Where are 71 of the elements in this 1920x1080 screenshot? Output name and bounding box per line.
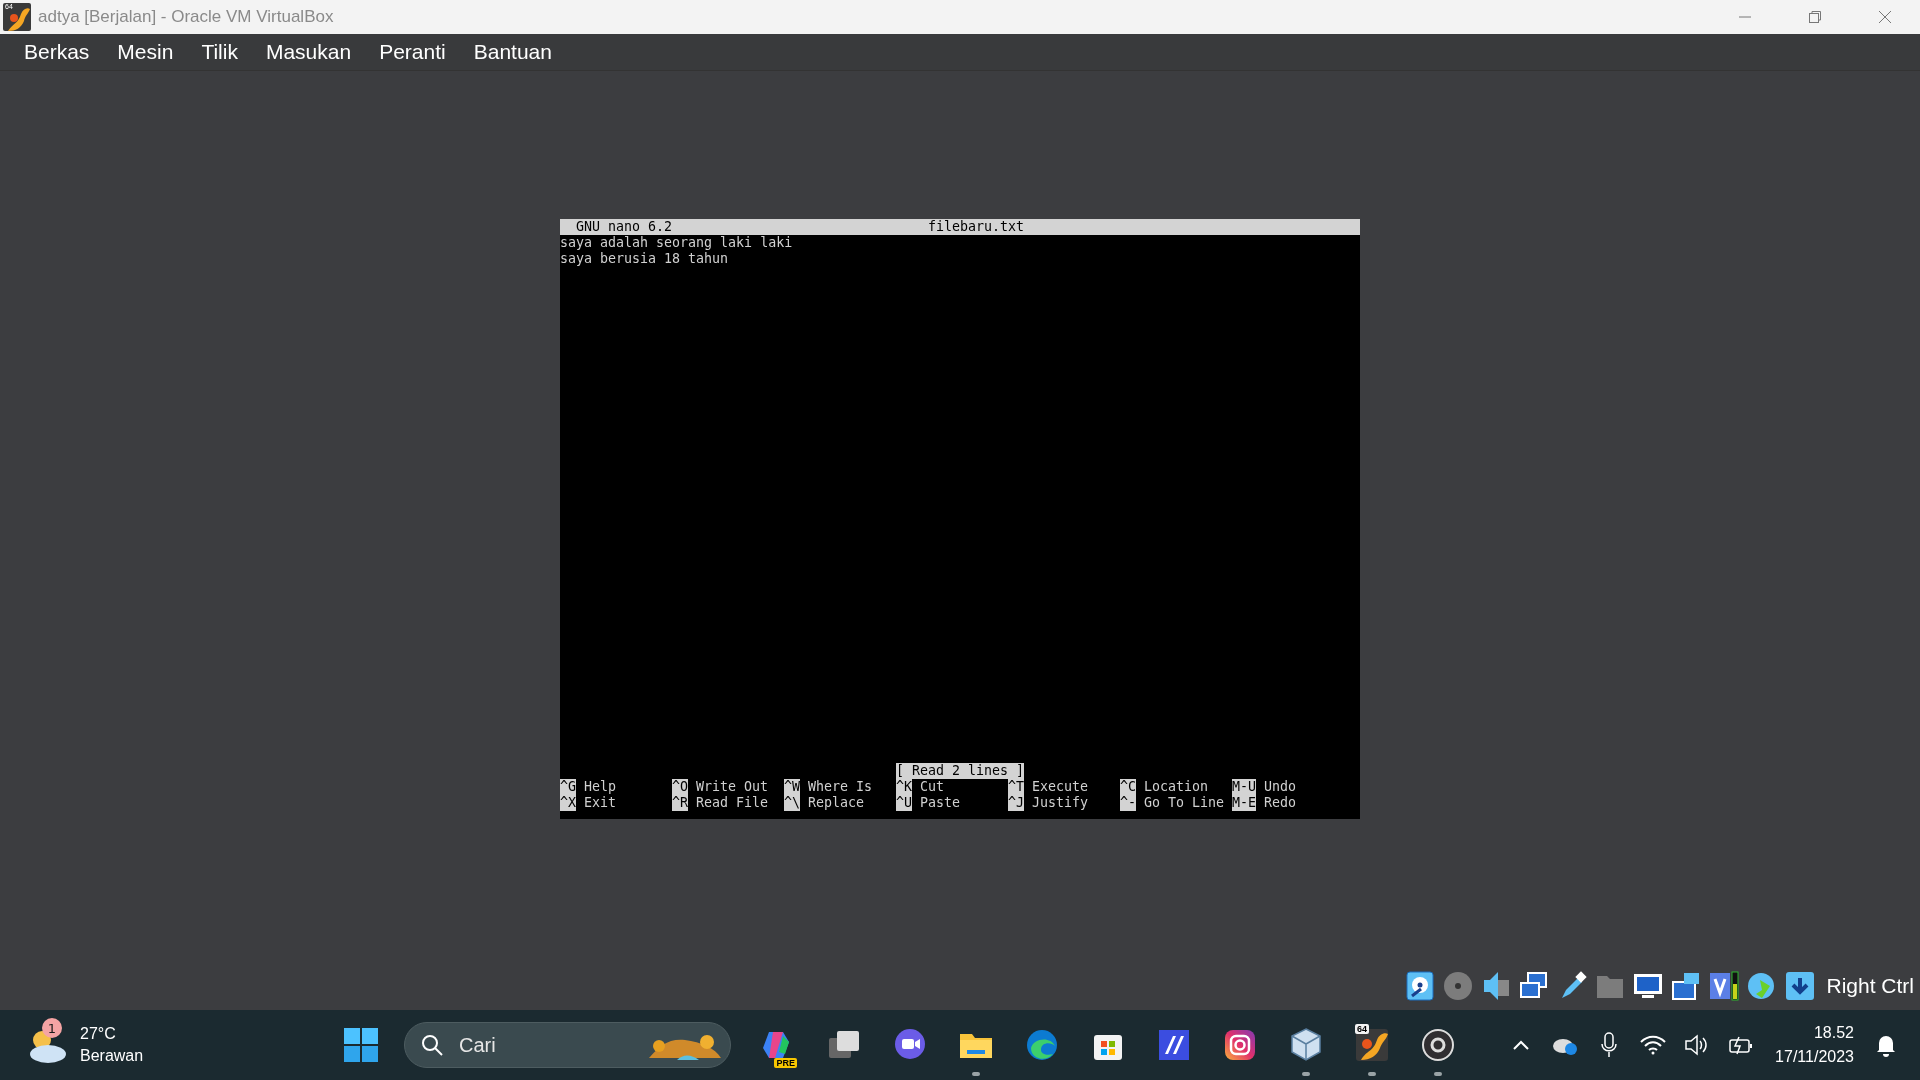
shortcut-label: Exit — [584, 795, 617, 811]
close-icon — [1878, 10, 1892, 24]
shortcut-key: M-E — [1232, 795, 1257, 811]
shortcut-label: Where Is — [808, 779, 873, 795]
microphone-icon — [1601, 1032, 1618, 1058]
shortcut-label: Execute — [1032, 779, 1089, 795]
taskbar-app-button[interactable]: PRE — [745, 1010, 811, 1080]
shortcut-key: ^\ — [784, 795, 800, 811]
shortcut-key: ^W — [784, 779, 800, 795]
bell-icon — [1875, 1033, 1897, 1057]
shortcut-key: ^G — [560, 779, 576, 795]
shortcut-label: Cut — [920, 779, 945, 795]
shortcut-key: M-U — [1232, 779, 1257, 795]
shortcut-label: Read File — [696, 795, 769, 811]
shortcut-key: ^J — [1008, 795, 1024, 811]
chevron-up-icon — [1512, 1039, 1531, 1051]
shortcut-key: ^- — [1120, 795, 1136, 811]
menu-item[interactable]: Peranti — [365, 34, 460, 70]
shortcut-label: Help — [584, 779, 617, 795]
shortcut-key: ^T — [1008, 779, 1024, 795]
clock[interactable]: 18.52 17/11/2023 — [1775, 1021, 1854, 1069]
file-name: filebaru.txt — [928, 219, 1026, 235]
virtualbox-icon — [2, 2, 32, 32]
restore-icon — [1808, 10, 1822, 24]
menu-item[interactable]: Masukan — [251, 34, 366, 70]
menu-item[interactable]: Bantuan — [459, 34, 566, 70]
taskbar-app-button[interactable]: 64 — [1339, 1010, 1405, 1080]
shortcut-key: ^O — [672, 779, 688, 795]
search-icon — [420, 1033, 444, 1057]
text-line: saya adalah seorang laki laki — [560, 235, 794, 251]
menu-item[interactable]: Mesin — [103, 34, 188, 70]
chip-meter-icon[interactable] — [1708, 970, 1741, 1002]
shortcut-key: ^R — [672, 795, 688, 811]
shortcut-label: Undo — [1264, 779, 1297, 795]
search-field[interactable]: Cari — [404, 1022, 731, 1068]
editor-version: GNU nano 6.2 — [575, 219, 674, 235]
running-indicator — [1302, 1072, 1310, 1076]
shortcut-label: Write Out — [696, 779, 769, 795]
shortcut-label: Justify — [1032, 795, 1089, 811]
running-indicator — [1368, 1072, 1376, 1076]
host-key-label: Right Ctrl — [1826, 974, 1914, 998]
text-line: saya berusia 18 tahun — [560, 251, 730, 267]
download-icon[interactable] — [1784, 970, 1817, 1002]
windows-logo-icon — [343, 1027, 379, 1063]
record-icon — [1419, 1026, 1457, 1064]
menu-item[interactable]: Tilik — [187, 34, 252, 70]
shortcut-label: Go To Line — [1144, 795, 1225, 811]
status-message: [ Read 2 lines ] — [895, 763, 1025, 779]
window-title: adtya [Berjalan] - Oracle VM VirtualBox — [38, 7, 335, 27]
app-badge: PRE — [774, 1058, 797, 1068]
shortcut-key: ^U — [896, 795, 912, 811]
temperature: 27°C — [80, 1024, 117, 1044]
shortcut-label: Location — [1144, 779, 1209, 795]
weather-condition: Berawan — [80, 1046, 144, 1066]
clock-time: 18.52 — [1813, 1023, 1854, 1043]
shortcut-label: Paste — [920, 795, 961, 811]
clock-date: 17/11/2023 — [1775, 1047, 1854, 1067]
shortcut-key: ^K — [896, 779, 912, 795]
disc-icon[interactable] — [1442, 970, 1475, 1002]
menu-item[interactable]: Berkas — [10, 34, 104, 70]
running-indicator — [972, 1072, 980, 1076]
wifi-icon — [1640, 1035, 1667, 1055]
shortcut-key: ^C — [1120, 779, 1136, 795]
running-indicator — [1434, 1072, 1442, 1076]
shortcut-label: Redo — [1264, 795, 1297, 811]
shortcut-key: ^X — [560, 795, 576, 811]
notification-badge: 1 — [42, 1018, 62, 1038]
shortcut-label: Replace — [808, 795, 865, 811]
virtualbox-icon — [1353, 1026, 1391, 1064]
battery-charging-icon — [1728, 1035, 1755, 1055]
app-badge: 64 — [1355, 1024, 1369, 1034]
